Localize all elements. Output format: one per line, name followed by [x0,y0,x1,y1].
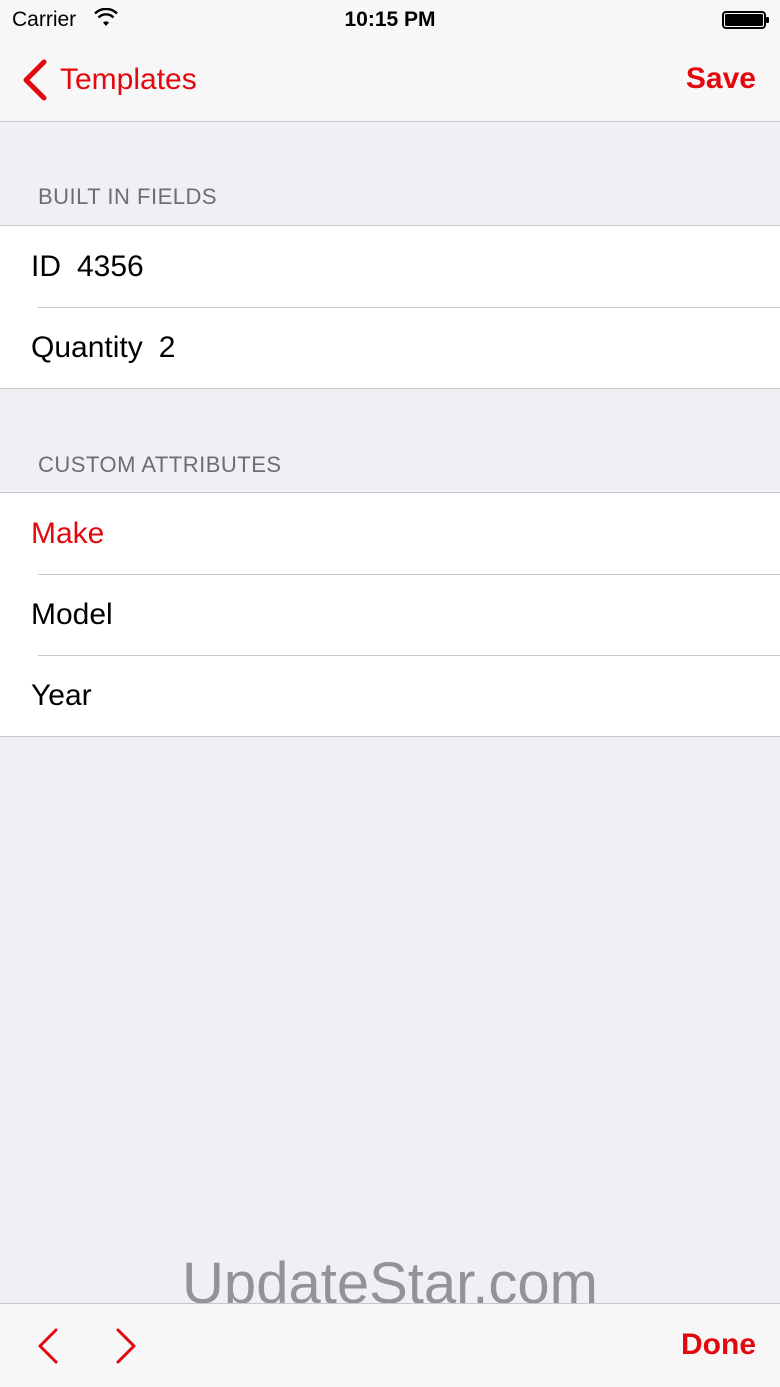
next-arrow-icon[interactable] [112,1326,140,1366]
section-header-built-in-fields: BUILT IN FIELDS [38,184,218,209]
field-row-quantity[interactable]: Quantity 2 [0,307,780,388]
custom-attributes-group: Make Model Year [0,492,780,737]
screen: Carrier 10:15 PM Templates Save BUILT IN… [0,0,780,1387]
status-bar: Carrier 10:15 PM [0,0,780,40]
keyboard-toolbar: Done [0,1303,780,1387]
field-label: Quantity [31,330,143,364]
navigation-bar: Templates Save [0,40,780,122]
battery-icon [722,11,769,29]
attribute-label: Year [31,678,92,712]
attribute-row-model[interactable]: Model [0,574,780,655]
field-row-id[interactable]: ID 4356 [0,226,780,307]
attribute-label: Make [31,516,105,550]
field-value: 4356 [77,249,144,283]
attribute-row-make[interactable]: Make [0,493,780,574]
back-button[interactable]: Templates [20,58,197,102]
done-button[interactable]: Done [681,1328,756,1362]
previous-arrow-icon[interactable] [34,1326,62,1366]
field-label: ID [31,249,61,283]
chevron-left-icon [23,59,47,101]
save-button[interactable]: Save [686,62,756,96]
back-button-label: Templates [60,63,197,96]
section-header-custom-attributes: CUSTOM ATTRIBUTES [38,452,282,477]
built-in-fields-group: ID 4356 Quantity 2 [0,225,780,389]
attribute-label: Model [31,597,113,631]
status-time: 10:15 PM [344,8,436,31]
field-value: 2 [158,330,176,364]
attribute-row-year[interactable]: Year [0,655,780,736]
